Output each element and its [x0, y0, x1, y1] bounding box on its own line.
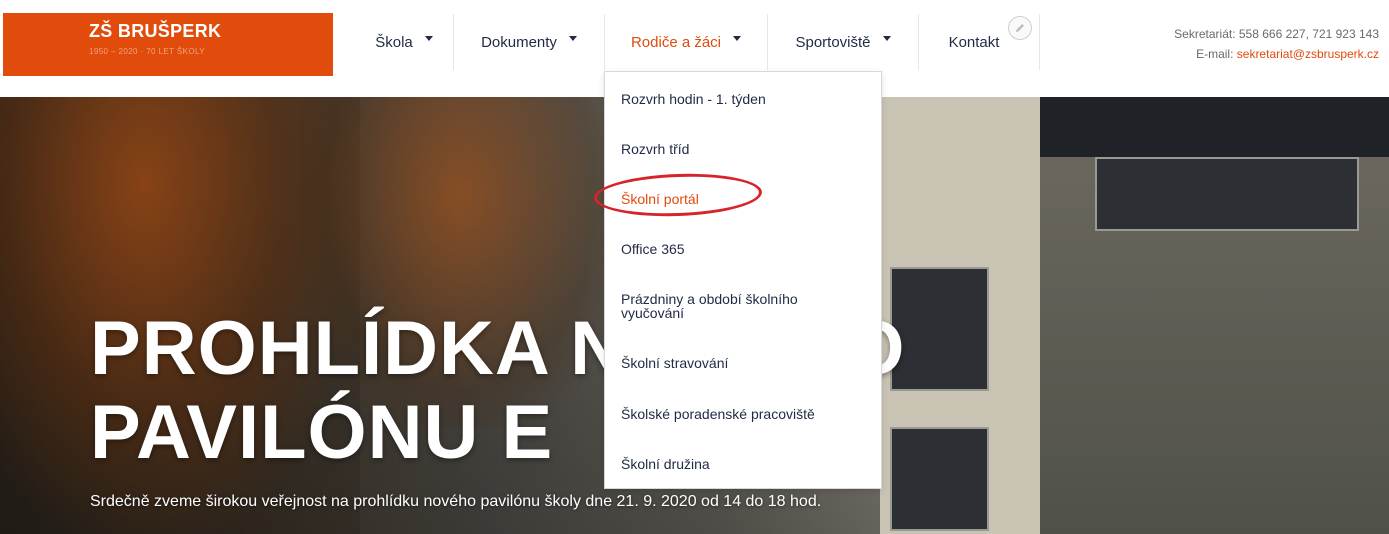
logo-subtitle: 1950 – 2020 · 70 LET ŠKOLY	[89, 47, 205, 56]
nav-item-rodice-a-zaci[interactable]: Rodiče a žáci	[605, 14, 767, 70]
nav-item-label: Škola	[375, 33, 413, 51]
dropdown-item-office-365[interactable]: Office 365	[621, 242, 871, 256]
dropdown-item-poradenske-pracoviste[interactable]: Školské poradenské pracoviště	[621, 407, 871, 421]
nav-item-sportoviste[interactable]: Sportoviště	[768, 14, 918, 70]
caret-down-icon	[568, 35, 577, 41]
contact-email-label: E-mail:	[1196, 47, 1237, 61]
caret-down-icon	[424, 35, 433, 41]
dropdown-item-rozvrh-hodin[interactable]: Rozvrh hodin - 1. týden	[621, 92, 871, 106]
hero-text: Srdečně zveme širokou veřejnost na prohl…	[90, 493, 822, 510]
caret-down-icon	[733, 35, 742, 41]
hero-photo-roof	[1040, 97, 1389, 157]
dropdown-item-prazdniny[interactable]: Prázdniny a období školního vyučování	[621, 292, 861, 320]
contact-info: Sekretariát: 558 666 227, 721 923 143 E-…	[1174, 24, 1379, 64]
nav-item-skola[interactable]: Škola	[356, 14, 452, 70]
contact-email-line: E-mail: sekretariat@zsbrusperk.cz	[1174, 44, 1379, 64]
nav-item-label: Kontakt	[948, 33, 1000, 51]
logo[interactable]: ZŠ BRUŠPERK 1950 – 2020 · 70 LET ŠKOLY	[3, 13, 333, 76]
hero-photo-window	[1095, 157, 1359, 231]
nav-item-label: Rodiče a žáci	[630, 33, 722, 51]
dropdown-item-skolni-druzina[interactable]: Školní družina	[621, 457, 871, 471]
page: PROHLÍDKA NOVÉHO PAVILÓNU E Srdečně zvem…	[0, 0, 1389, 534]
nav-divider	[1039, 14, 1040, 70]
nav-item-label: Sportoviště	[795, 33, 871, 51]
pencil-icon[interactable]	[1008, 16, 1032, 40]
nav-item-dokumenty[interactable]: Dokumenty	[454, 14, 604, 70]
dropdown-menu-rodice-a-zaci: Rozvrh hodin - 1. týden Rozvrh tříd Škol…	[604, 71, 882, 489]
dropdown-item-skolni-stravovani[interactable]: Školní stravování	[621, 356, 871, 370]
nav-item-label: Dokumenty	[481, 33, 557, 51]
contact-email-link[interactable]: sekretariat@zsbrusperk.cz	[1237, 47, 1379, 61]
logo-title: ZŠ BRUŠPERK	[89, 21, 222, 41]
caret-down-icon	[882, 35, 891, 41]
dropdown-item-rozvrh-trid[interactable]: Rozvrh tříd	[621, 142, 871, 156]
contact-phone: Sekretariát: 558 666 227, 721 923 143	[1174, 27, 1379, 41]
